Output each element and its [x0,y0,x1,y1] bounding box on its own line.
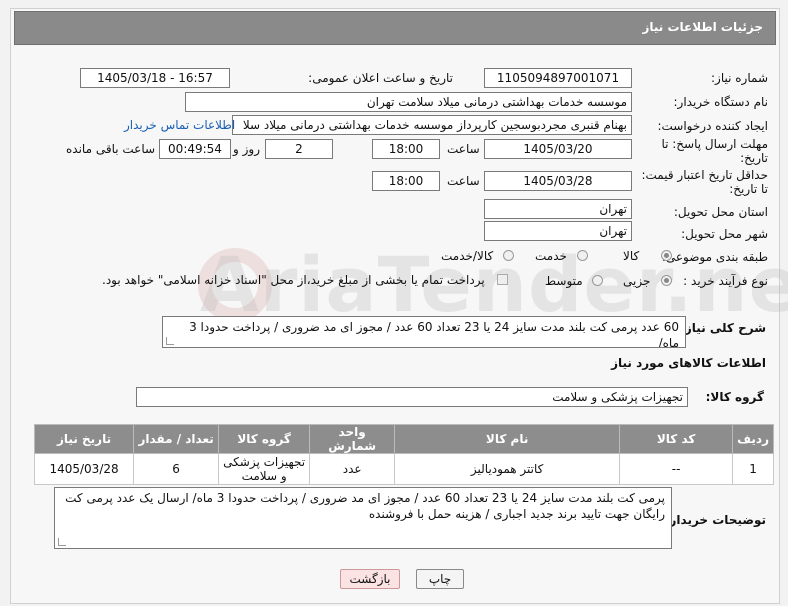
price-time-label: ساعت [447,174,480,188]
page-title: جزئیات اطلاعات نیاز [642,20,763,34]
announce-field: 1405/03/18 - 16:57 [80,68,230,88]
buyer-notes-text: پرمی کت بلند مدت سایز 24 یا 23 تعداد 60 … [65,491,665,521]
province-field: تهران [484,199,632,219]
requester-label: ایجاد کننده درخواست: [657,119,768,133]
cell-code: -- [619,453,734,485]
category-option-service: خدمت [535,249,567,263]
summary-text: 60 عدد پرمی کت بلند مدت سایز 24 یا 23 تع… [189,320,679,348]
process-radio-minor[interactable] [661,275,672,286]
deadline-date-field: 1405/03/20 [484,139,632,159]
table-row[interactable]: 1 -- کاتتر همودیالیز عدد تجهیزات پزشکی و… [33,453,774,485]
col-row: ردیف [732,424,774,454]
payment-note: پرداخت تمام یا بخشی از مبلغ خرید،از محل … [102,273,485,287]
goods-section-title: اطلاعات کالاهای مورد نیاز [611,356,766,370]
print-button[interactable]: چاپ [416,569,464,589]
category-label: طبقه بندی موضوعی: [661,250,768,264]
need-number-label: شماره نیاز: [711,71,768,85]
announce-label: تاریخ و ساعت اعلان عمومی: [308,71,453,85]
category-radio-service[interactable] [577,250,588,261]
cell-date: 1405/03/28 [33,453,135,485]
col-group: گروه کالا [218,424,311,454]
page-header: جزئیات اطلاعات نیاز [14,11,776,45]
buyer-notes-textarea[interactable]: پرمی کت بلند مدت سایز 24 یا 23 تعداد 60 … [54,487,672,549]
cell-qty: 6 [133,453,220,485]
category-option-both: کالا/خدمت [441,249,494,263]
table-header-row: ردیف کد کالا نام کالا واحد شمارش گروه کا… [33,424,774,454]
goods-group-label: گروه کالا: [705,390,764,404]
deadline-time-label: ساعت [447,142,480,156]
deadline-label-2: تاریخ: [740,151,768,165]
goods-table: ردیف کد کالا نام کالا واحد شمارش گروه کا… [33,424,774,485]
col-code: کد کالا [619,424,734,454]
price-validity-label-2: تا تاریخ: [729,182,768,196]
category-radio-both[interactable] [503,250,514,261]
category-radio-goods[interactable] [661,250,672,261]
process-option-minor: جزیی [623,274,651,288]
remaining-label: ساعت باقی مانده [66,142,156,156]
resize-grip-icon[interactable] [58,538,66,546]
cell-unit: عدد [309,453,396,485]
buyer-contact-link[interactable]: اطلاعات تماس خریدار [124,118,235,132]
price-time-field: 18:00 [372,171,440,191]
cell-name: کاتتر همودیالیز [394,453,621,485]
cell-row: 1 [732,453,774,485]
province-label: استان محل تحویل: [673,205,768,219]
category-option-goods: کالا [623,249,640,263]
remaining-time-field: 00:49:54 [159,139,231,159]
process-option-medium: متوسط [545,274,583,288]
col-name: نام کالا [394,424,621,454]
city-label: شهر محل تحویل: [681,227,768,241]
deadline-time-field: 18:00 [372,139,440,159]
back-button[interactable]: بازگشت [340,569,400,589]
col-qty: تعداد / مقدار [133,424,220,454]
price-validity-label: حداقل تاریخ اعتبار قیمت: [641,168,768,182]
goods-group-field: تجهیزات پزشکی و سلامت [136,387,688,407]
requester-field: بهنام قنبری مجردبوسجین کارپرداز موسسه خد… [232,115,632,135]
buyer-notes-label: توضیحات خریدار: [664,513,766,527]
resize-grip-icon[interactable] [166,337,174,345]
cell-group: تجهیزات پزشکی و سلامت [218,453,311,485]
days-label: روز و [233,142,260,156]
treasury-checkbox[interactable] [497,274,508,285]
city-field: تهران [484,221,632,241]
deadline-label: مهلت ارسال پاسخ: تا [661,137,768,151]
summary-textarea[interactable]: 60 عدد پرمی کت بلند مدت سایز 24 یا 23 تع… [162,316,686,348]
col-date: تاریخ نیاز [33,424,135,454]
price-date-field: 1405/03/28 [484,171,632,191]
days-field: 2 [265,139,333,159]
buyer-org-field: موسسه خدمات بهداشتی درمانی میلاد سلامت ت… [185,92,632,112]
buyer-org-label: نام دستگاه خریدار: [673,95,769,109]
need-number-field: 1105094897001071 [484,68,632,88]
col-unit: واحد شمارش [309,424,396,454]
process-label: نوع فرآیند خرید : [683,274,768,288]
summary-label: شرح کلی نیاز: [680,321,766,335]
process-radio-medium[interactable] [592,275,603,286]
